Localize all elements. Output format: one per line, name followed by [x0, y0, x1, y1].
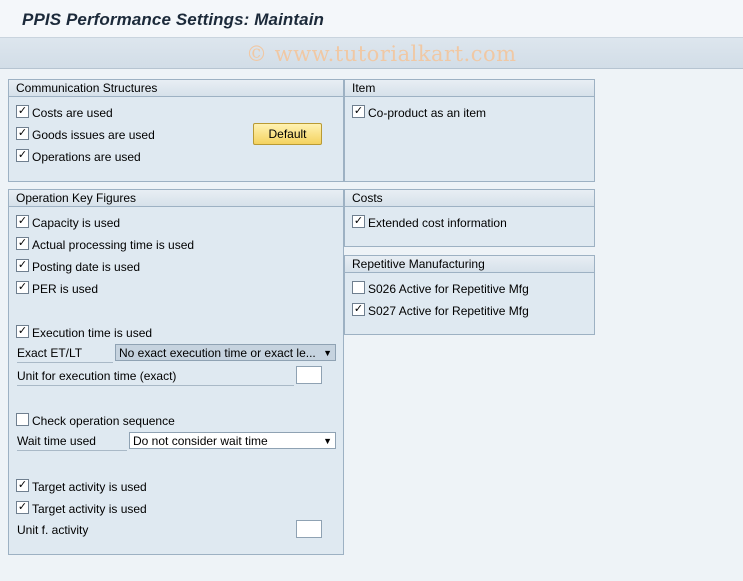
title-bar: PPIS Performance Settings: Maintain [0, 0, 743, 38]
checkbox-label: Actual processing time is used [32, 237, 195, 252]
s027-checkbox-row[interactable]: ✓ S027 Active for Repetitive Mfg [352, 301, 529, 319]
posting-date-checkbox[interactable]: ✓ [16, 259, 29, 273]
per-checkbox[interactable]: ✓ [16, 281, 29, 295]
co-product-checkbox-row[interactable]: ✓ Co-product as an item [352, 103, 486, 121]
unit-activity-label: Unit f. activity [17, 523, 89, 537]
exact-et-lt-dropdown[interactable]: No exact execution time or exact le... ▼ [115, 344, 336, 361]
costs-used-checkbox[interactable]: ✓ [16, 105, 29, 119]
checkbox-label: Execution time is used [32, 325, 153, 340]
checkbox-label: Posting date is used [32, 259, 141, 274]
capacity-checkbox[interactable]: ✓ [16, 215, 29, 229]
group-operation-key-figures: Operation Key Figures ✓ Capacity is used … [8, 189, 344, 555]
unit-activity-input[interactable] [296, 520, 322, 538]
execution-time-checkbox-row[interactable]: ✓ Execution time is used [16, 323, 152, 341]
checkbox-label: Check operation sequence [32, 413, 175, 428]
watermark: © www.tutorialkart.com [246, 42, 517, 66]
dropdown-value: Do not consider wait time [133, 434, 268, 448]
operations-used-checkbox-row[interactable]: ✓ Operations are used [16, 147, 141, 165]
default-button[interactable]: Default [253, 123, 322, 145]
check-sequence-checkbox[interactable] [16, 413, 29, 427]
group-heading: Item [345, 80, 594, 97]
goods-issues-checkbox-row[interactable]: ✓ Goods issues are used [16, 125, 155, 143]
check-sequence-checkbox-row[interactable]: Check operation sequence [16, 411, 175, 429]
capacity-checkbox-row[interactable]: ✓ Capacity is used [16, 213, 120, 231]
costs-used-checkbox-row[interactable]: ✓ Costs are used [16, 103, 113, 121]
wait-time-dropdown[interactable]: Do not consider wait time ▼ [129, 432, 336, 449]
chevron-down-icon: ▼ [323, 436, 332, 446]
s027-checkbox[interactable]: ✓ [352, 303, 365, 317]
group-item: Item ✓ Co-product as an item [344, 79, 595, 182]
group-repetitive-manufacturing: Repetitive Manufacturing S026 Active for… [344, 255, 595, 335]
target-activity-2-checkbox-row[interactable]: ✓ Target activity is used [16, 499, 147, 517]
target-activity-1-checkbox[interactable]: ✓ [16, 479, 29, 493]
exact-et-lt-label: Exact ET/LT [17, 344, 113, 363]
chevron-down-icon: ▼ [323, 348, 332, 358]
group-heading: Operation Key Figures [9, 190, 343, 207]
checkbox-label: Operations are used [32, 149, 141, 164]
s026-checkbox[interactable] [352, 281, 365, 295]
co-product-checkbox[interactable]: ✓ [352, 105, 365, 119]
operations-used-checkbox[interactable]: ✓ [16, 149, 29, 163]
group-heading: Costs [345, 190, 594, 207]
group-heading: Communication Structures [9, 80, 343, 97]
checkbox-label: Capacity is used [32, 215, 121, 230]
checkbox-label: Extended cost information [368, 215, 507, 230]
goods-issues-checkbox[interactable]: ✓ [16, 127, 29, 141]
page-title: PPIS Performance Settings: Maintain [22, 10, 325, 29]
group-costs: Costs ✓ Extended cost information [344, 189, 595, 247]
extended-cost-checkbox-row[interactable]: ✓ Extended cost information [352, 213, 507, 231]
checkbox-label: Target activity is used [32, 501, 147, 516]
posting-date-checkbox-row[interactable]: ✓ Posting date is used [16, 257, 140, 275]
checkbox-label: Target activity is used [32, 479, 147, 494]
group-heading: Repetitive Manufacturing [345, 256, 594, 273]
wait-time-label: Wait time used [17, 432, 127, 451]
checkbox-label: Costs are used [32, 105, 113, 120]
checkbox-label: Co-product as an item [368, 105, 487, 120]
actual-processing-checkbox[interactable]: ✓ [16, 237, 29, 251]
dropdown-value: No exact execution time or exact le... [119, 346, 316, 360]
target-activity-2-checkbox[interactable]: ✓ [16, 501, 29, 515]
group-communication-structures: Communication Structures ✓ Costs are used… [8, 79, 344, 182]
actual-processing-checkbox-row[interactable]: ✓ Actual processing time is used [16, 235, 194, 253]
checkbox-label: PER is used [32, 281, 99, 296]
extended-cost-checkbox[interactable]: ✓ [352, 215, 365, 229]
checkbox-label: Goods issues are used [32, 127, 155, 142]
execution-time-checkbox[interactable]: ✓ [16, 325, 29, 339]
target-activity-1-checkbox-row[interactable]: ✓ Target activity is used [16, 477, 147, 495]
unit-exec-time-input[interactable] [296, 366, 322, 384]
checkbox-label: S026 Active for Repetitive Mfg [368, 281, 529, 296]
unit-exec-time-label: Unit for execution time (exact) [17, 367, 294, 386]
s026-checkbox-row[interactable]: S026 Active for Repetitive Mfg [352, 279, 529, 297]
per-checkbox-row[interactable]: ✓ PER is used [16, 279, 98, 297]
checkbox-label: S027 Active for Repetitive Mfg [368, 303, 529, 318]
